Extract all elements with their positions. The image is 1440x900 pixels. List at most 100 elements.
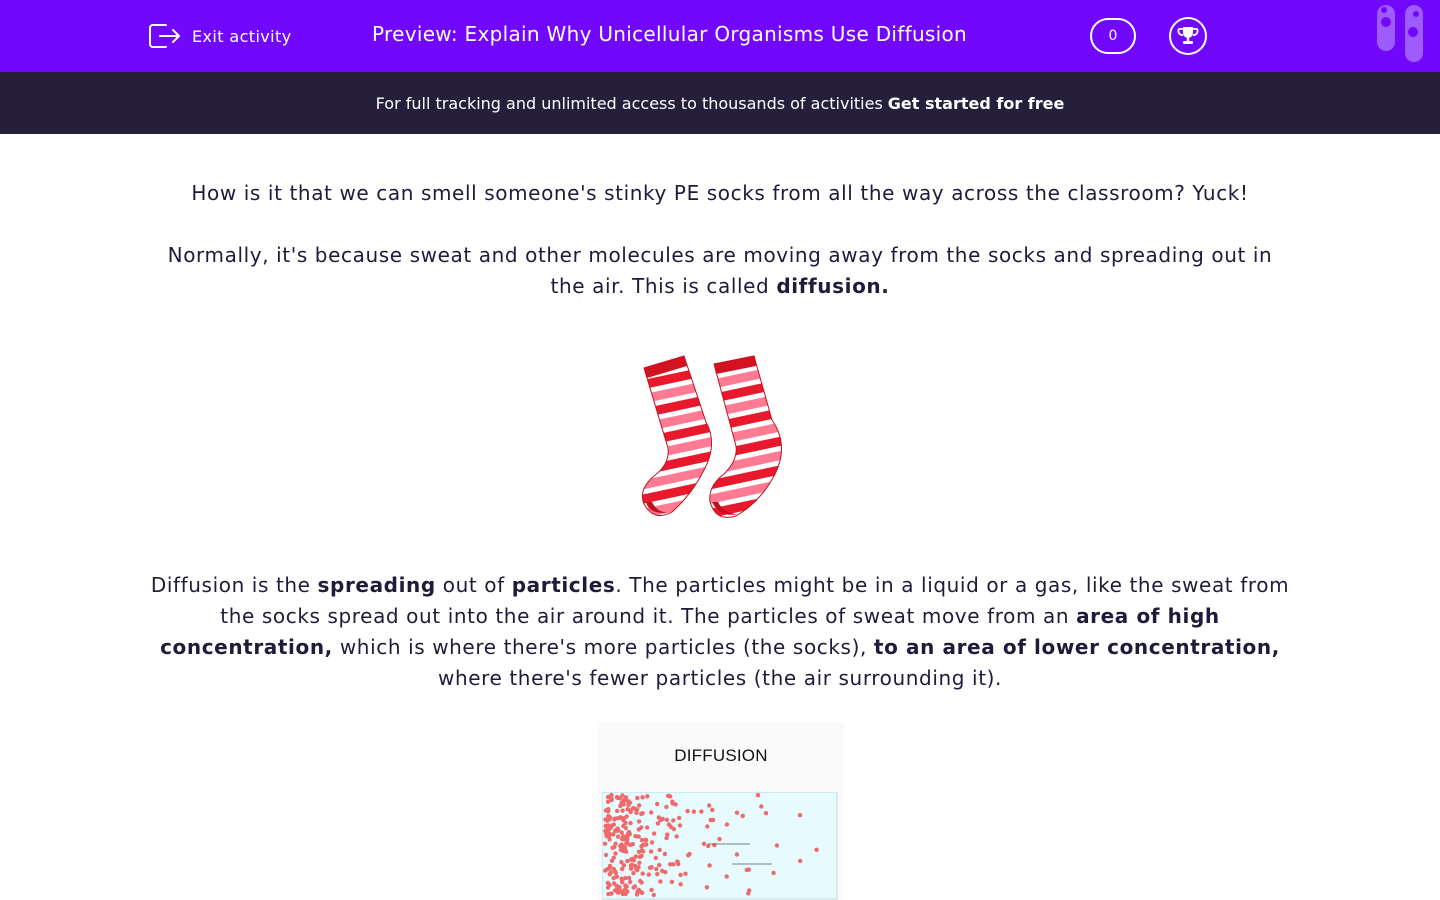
diffusion-particles-illustration (602, 792, 838, 900)
particle (651, 831, 657, 836)
particle (664, 804, 669, 810)
particle (759, 804, 764, 809)
particle (605, 807, 611, 812)
particle (701, 841, 707, 846)
particle (649, 887, 654, 893)
particle (653, 855, 658, 861)
particle (655, 821, 661, 826)
particle (666, 822, 672, 827)
particle (675, 859, 680, 864)
particle (619, 859, 624, 865)
particle (606, 891, 611, 897)
particle (632, 806, 638, 811)
particle (658, 879, 663, 884)
particle (620, 844, 625, 849)
particle (615, 826, 620, 831)
particle (606, 813, 611, 819)
particle (625, 807, 630, 812)
particle (634, 810, 639, 815)
diffusion-intro-paragraph: Normally, it's because sweat and other m… (150, 240, 1290, 302)
particle (724, 874, 729, 879)
particle (655, 801, 660, 807)
particle (668, 862, 673, 867)
particle (705, 824, 710, 829)
particle (639, 853, 644, 859)
particle (626, 875, 632, 881)
particle (620, 808, 625, 813)
particle (626, 799, 631, 804)
trophy-icon (1177, 27, 1199, 44)
bold-term: to an area of lower concentration, (873, 635, 1280, 659)
particle (607, 863, 613, 869)
particle (637, 803, 642, 808)
particle (631, 885, 636, 890)
particle (626, 829, 632, 835)
particle (671, 826, 677, 832)
particle (648, 849, 654, 854)
particle (640, 811, 645, 816)
diagram-title: DIFFUSION (674, 746, 768, 765)
particle (611, 855, 616, 860)
particle (645, 794, 650, 799)
signup-banner: For full tracking and unlimited access t… (0, 72, 1440, 134)
particle (634, 892, 640, 897)
particle (645, 825, 650, 830)
particle (771, 870, 776, 876)
particle (614, 874, 620, 879)
particle (755, 793, 761, 798)
particle (602, 841, 608, 846)
particle (606, 834, 612, 839)
particle (678, 872, 683, 878)
particle (633, 834, 638, 839)
particle (619, 830, 624, 835)
particle (643, 842, 648, 847)
particle (620, 891, 625, 897)
exit-icon (149, 24, 180, 48)
particle (625, 858, 630, 864)
paragraph-text: Diffusion is the (150, 573, 318, 597)
particle (649, 865, 654, 870)
paragraph-text: which is where there's more particles (t… (332, 635, 874, 659)
particle (660, 816, 665, 822)
bold-term: particles (511, 573, 616, 597)
particle (621, 823, 626, 829)
particle (671, 818, 676, 823)
particle (797, 813, 803, 818)
particle (607, 872, 612, 877)
particle (603, 852, 609, 858)
particle (614, 887, 619, 893)
particle (620, 793, 625, 798)
particle (686, 853, 691, 858)
particle (746, 867, 751, 872)
particle (628, 863, 634, 868)
particle (657, 862, 662, 868)
particle (627, 879, 633, 885)
particle (605, 799, 611, 804)
particle (621, 802, 626, 807)
exit-activity-button[interactable]: Exit activity (148, 20, 292, 52)
particle (707, 863, 712, 868)
particle (640, 871, 645, 876)
get-started-link[interactable]: Get started for free (888, 94, 1065, 113)
particle (724, 822, 730, 827)
particle (637, 860, 642, 865)
particle (624, 814, 629, 819)
particle (677, 815, 682, 821)
trophy-button[interactable] (1169, 17, 1207, 55)
particle (635, 795, 640, 801)
particle (704, 885, 710, 890)
particle (641, 849, 646, 854)
particle (717, 836, 722, 842)
particle (630, 842, 635, 847)
particle (655, 871, 660, 877)
particle (685, 808, 690, 814)
particle (654, 866, 659, 872)
paragraph-text: out of (435, 573, 512, 597)
particle (674, 834, 679, 839)
particle (706, 843, 711, 849)
diffusion-diagram: DIFFUSION (598, 722, 844, 900)
particle (649, 840, 655, 845)
particle (656, 815, 661, 820)
particle (621, 837, 627, 842)
bold-term: spreading (317, 573, 436, 597)
